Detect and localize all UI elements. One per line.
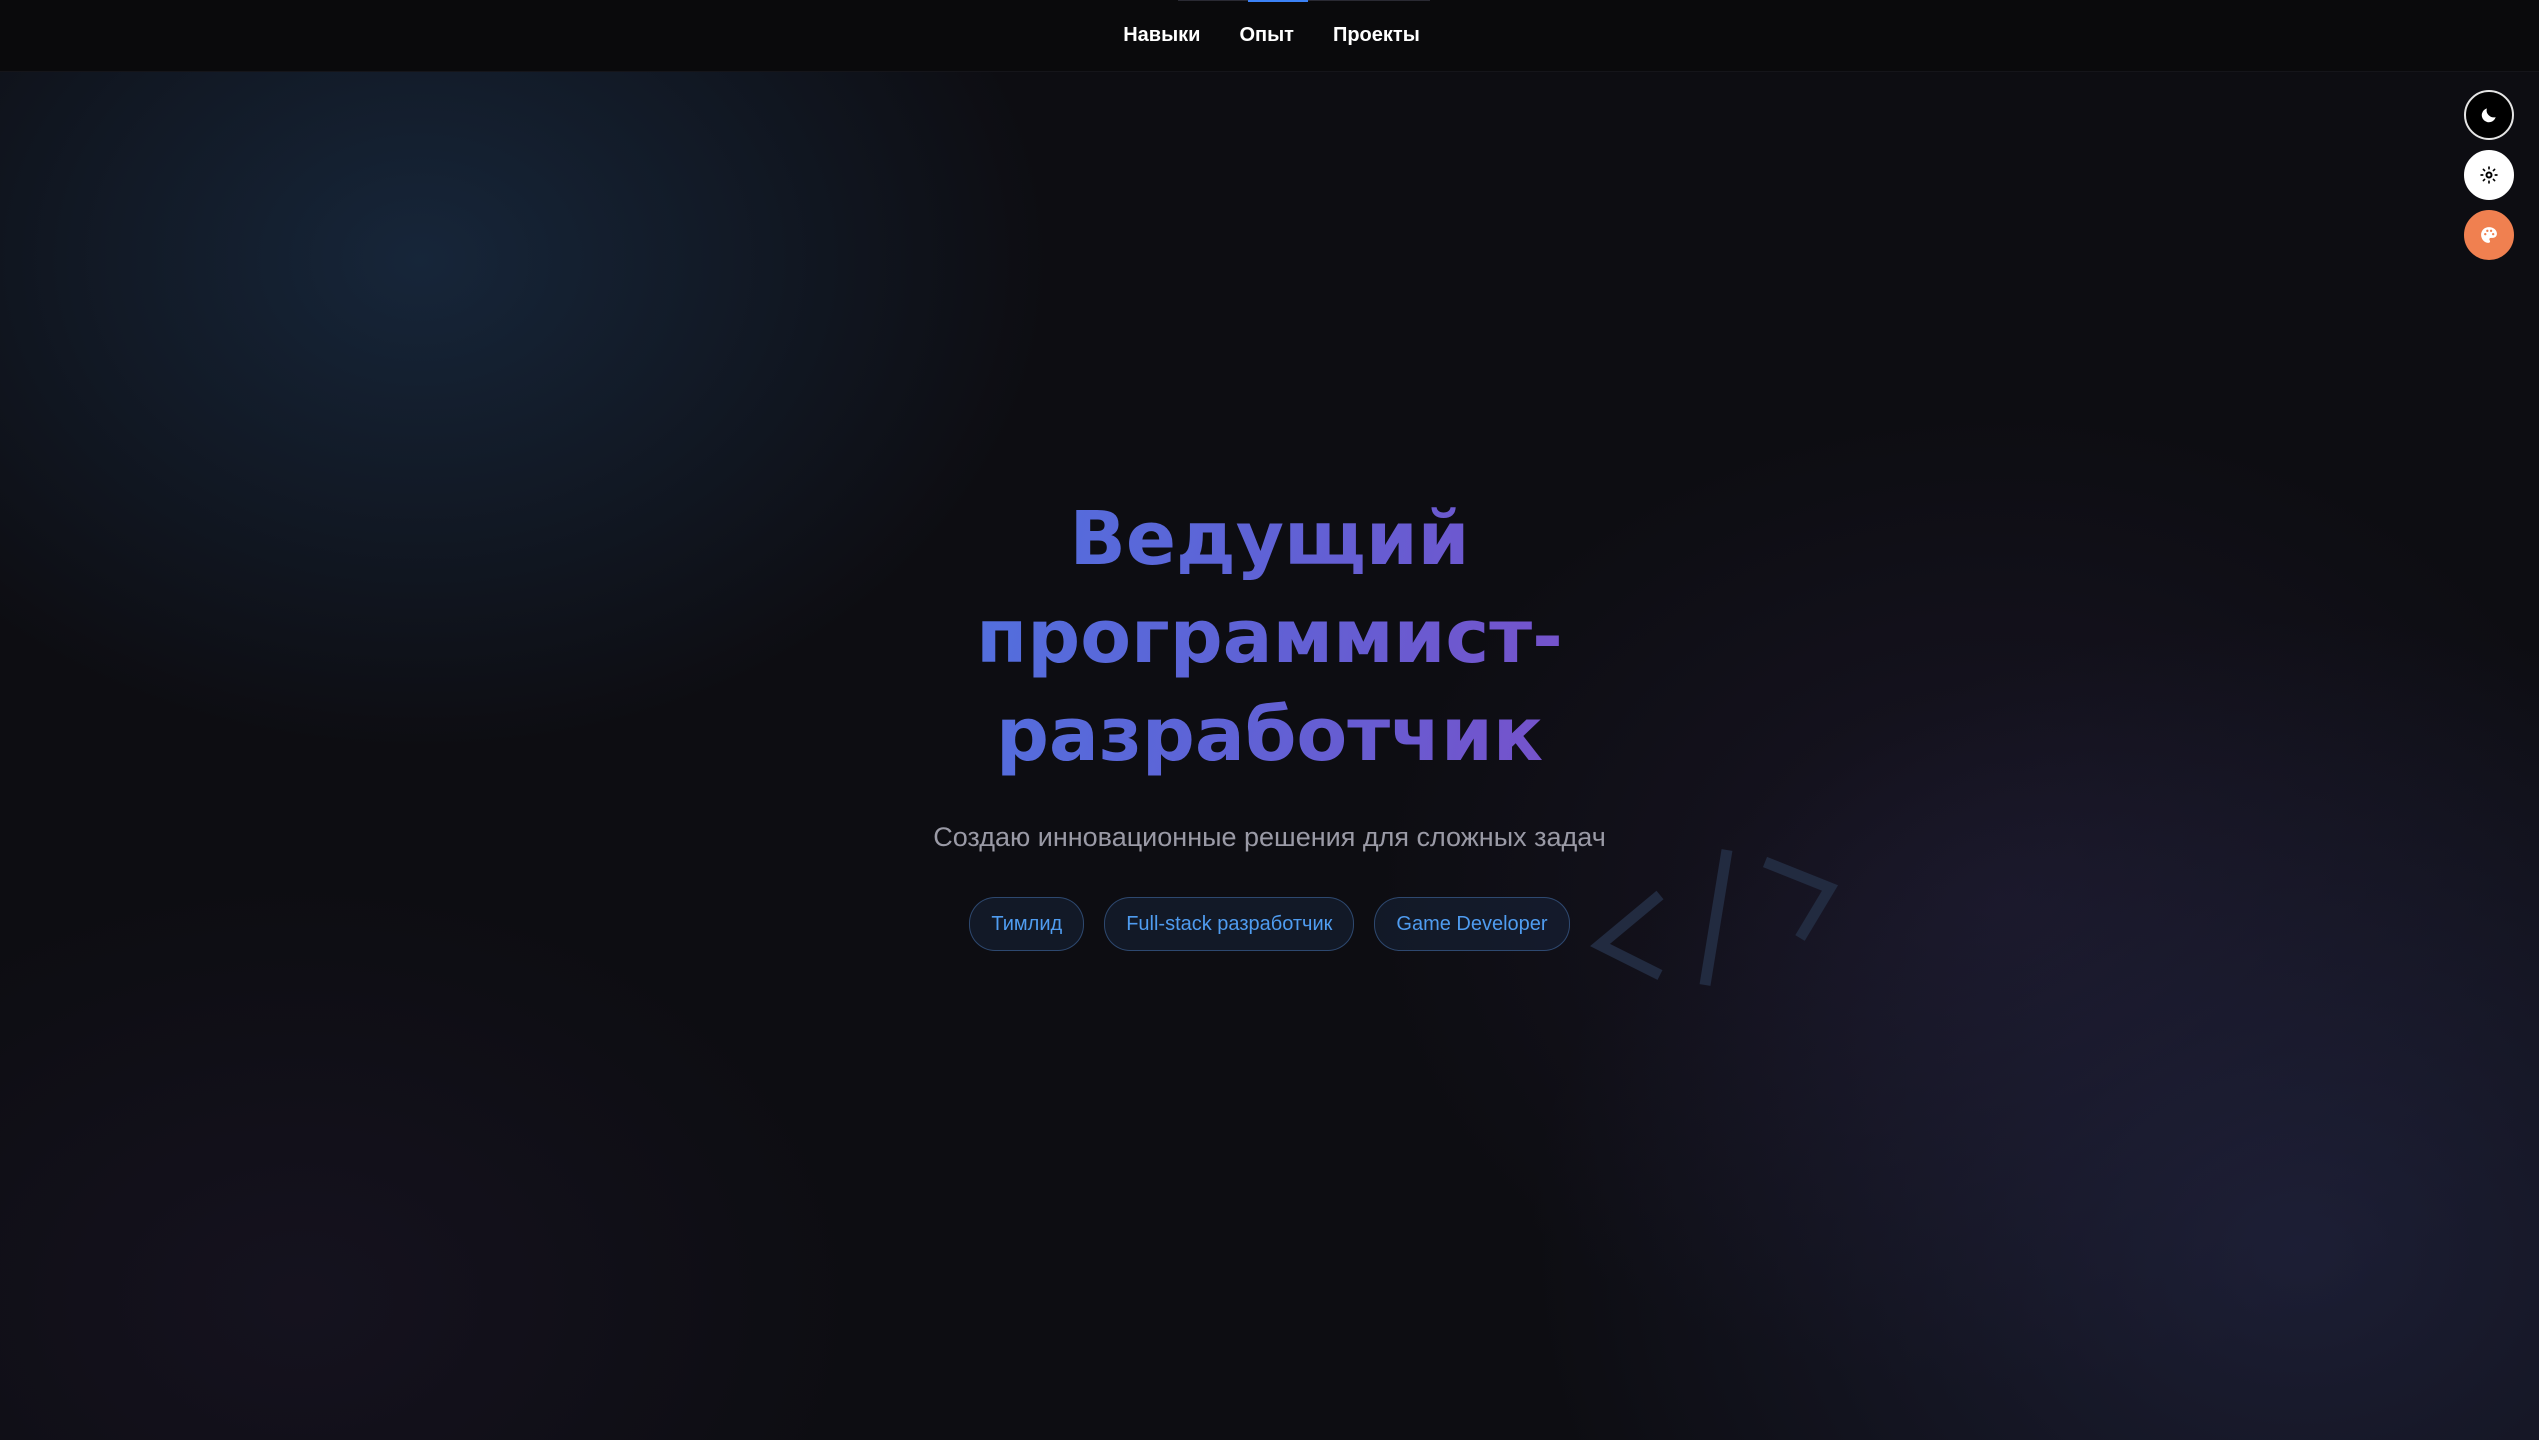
nav-menu: Навыки Опыт Проекты: [1123, 24, 1420, 47]
hero-title: Ведущий программист-разработчик: [920, 490, 1620, 784]
color-theme-button[interactable]: [2464, 210, 2514, 260]
hero-subtitle: Создаю инновационные решения для сложных…: [933, 822, 1606, 852]
tag-teamlead[interactable]: Тимлид: [969, 897, 1085, 951]
theme-controls: [2464, 90, 2514, 260]
nav-item-experience[interactable]: Опыт: [1239, 24, 1294, 47]
light-theme-button[interactable]: [2464, 150, 2514, 200]
nav-item-projects[interactable]: Проекты: [1333, 24, 1420, 47]
role-tags: Тимлид Full-stack разработчик Game Devel…: [0, 897, 2539, 951]
nav-active-indicator: [1248, 0, 1308, 2]
palette-icon: [2481, 227, 2497, 243]
top-navbar: Навыки Опыт Проекты: [0, 0, 2539, 72]
sun-gear-icon: [2480, 166, 2498, 184]
tag-fullstack[interactable]: Full-stack разработчик: [1104, 897, 1355, 951]
moon-icon: [2481, 108, 2496, 123]
dark-theme-button[interactable]: [2464, 90, 2514, 140]
tag-game-developer[interactable]: Game Developer: [1374, 897, 1570, 951]
nav-item-skills[interactable]: Навыки: [1123, 24, 1200, 47]
hero-section: Ведущий программист-разработчик Создаю и…: [0, 490, 2539, 951]
